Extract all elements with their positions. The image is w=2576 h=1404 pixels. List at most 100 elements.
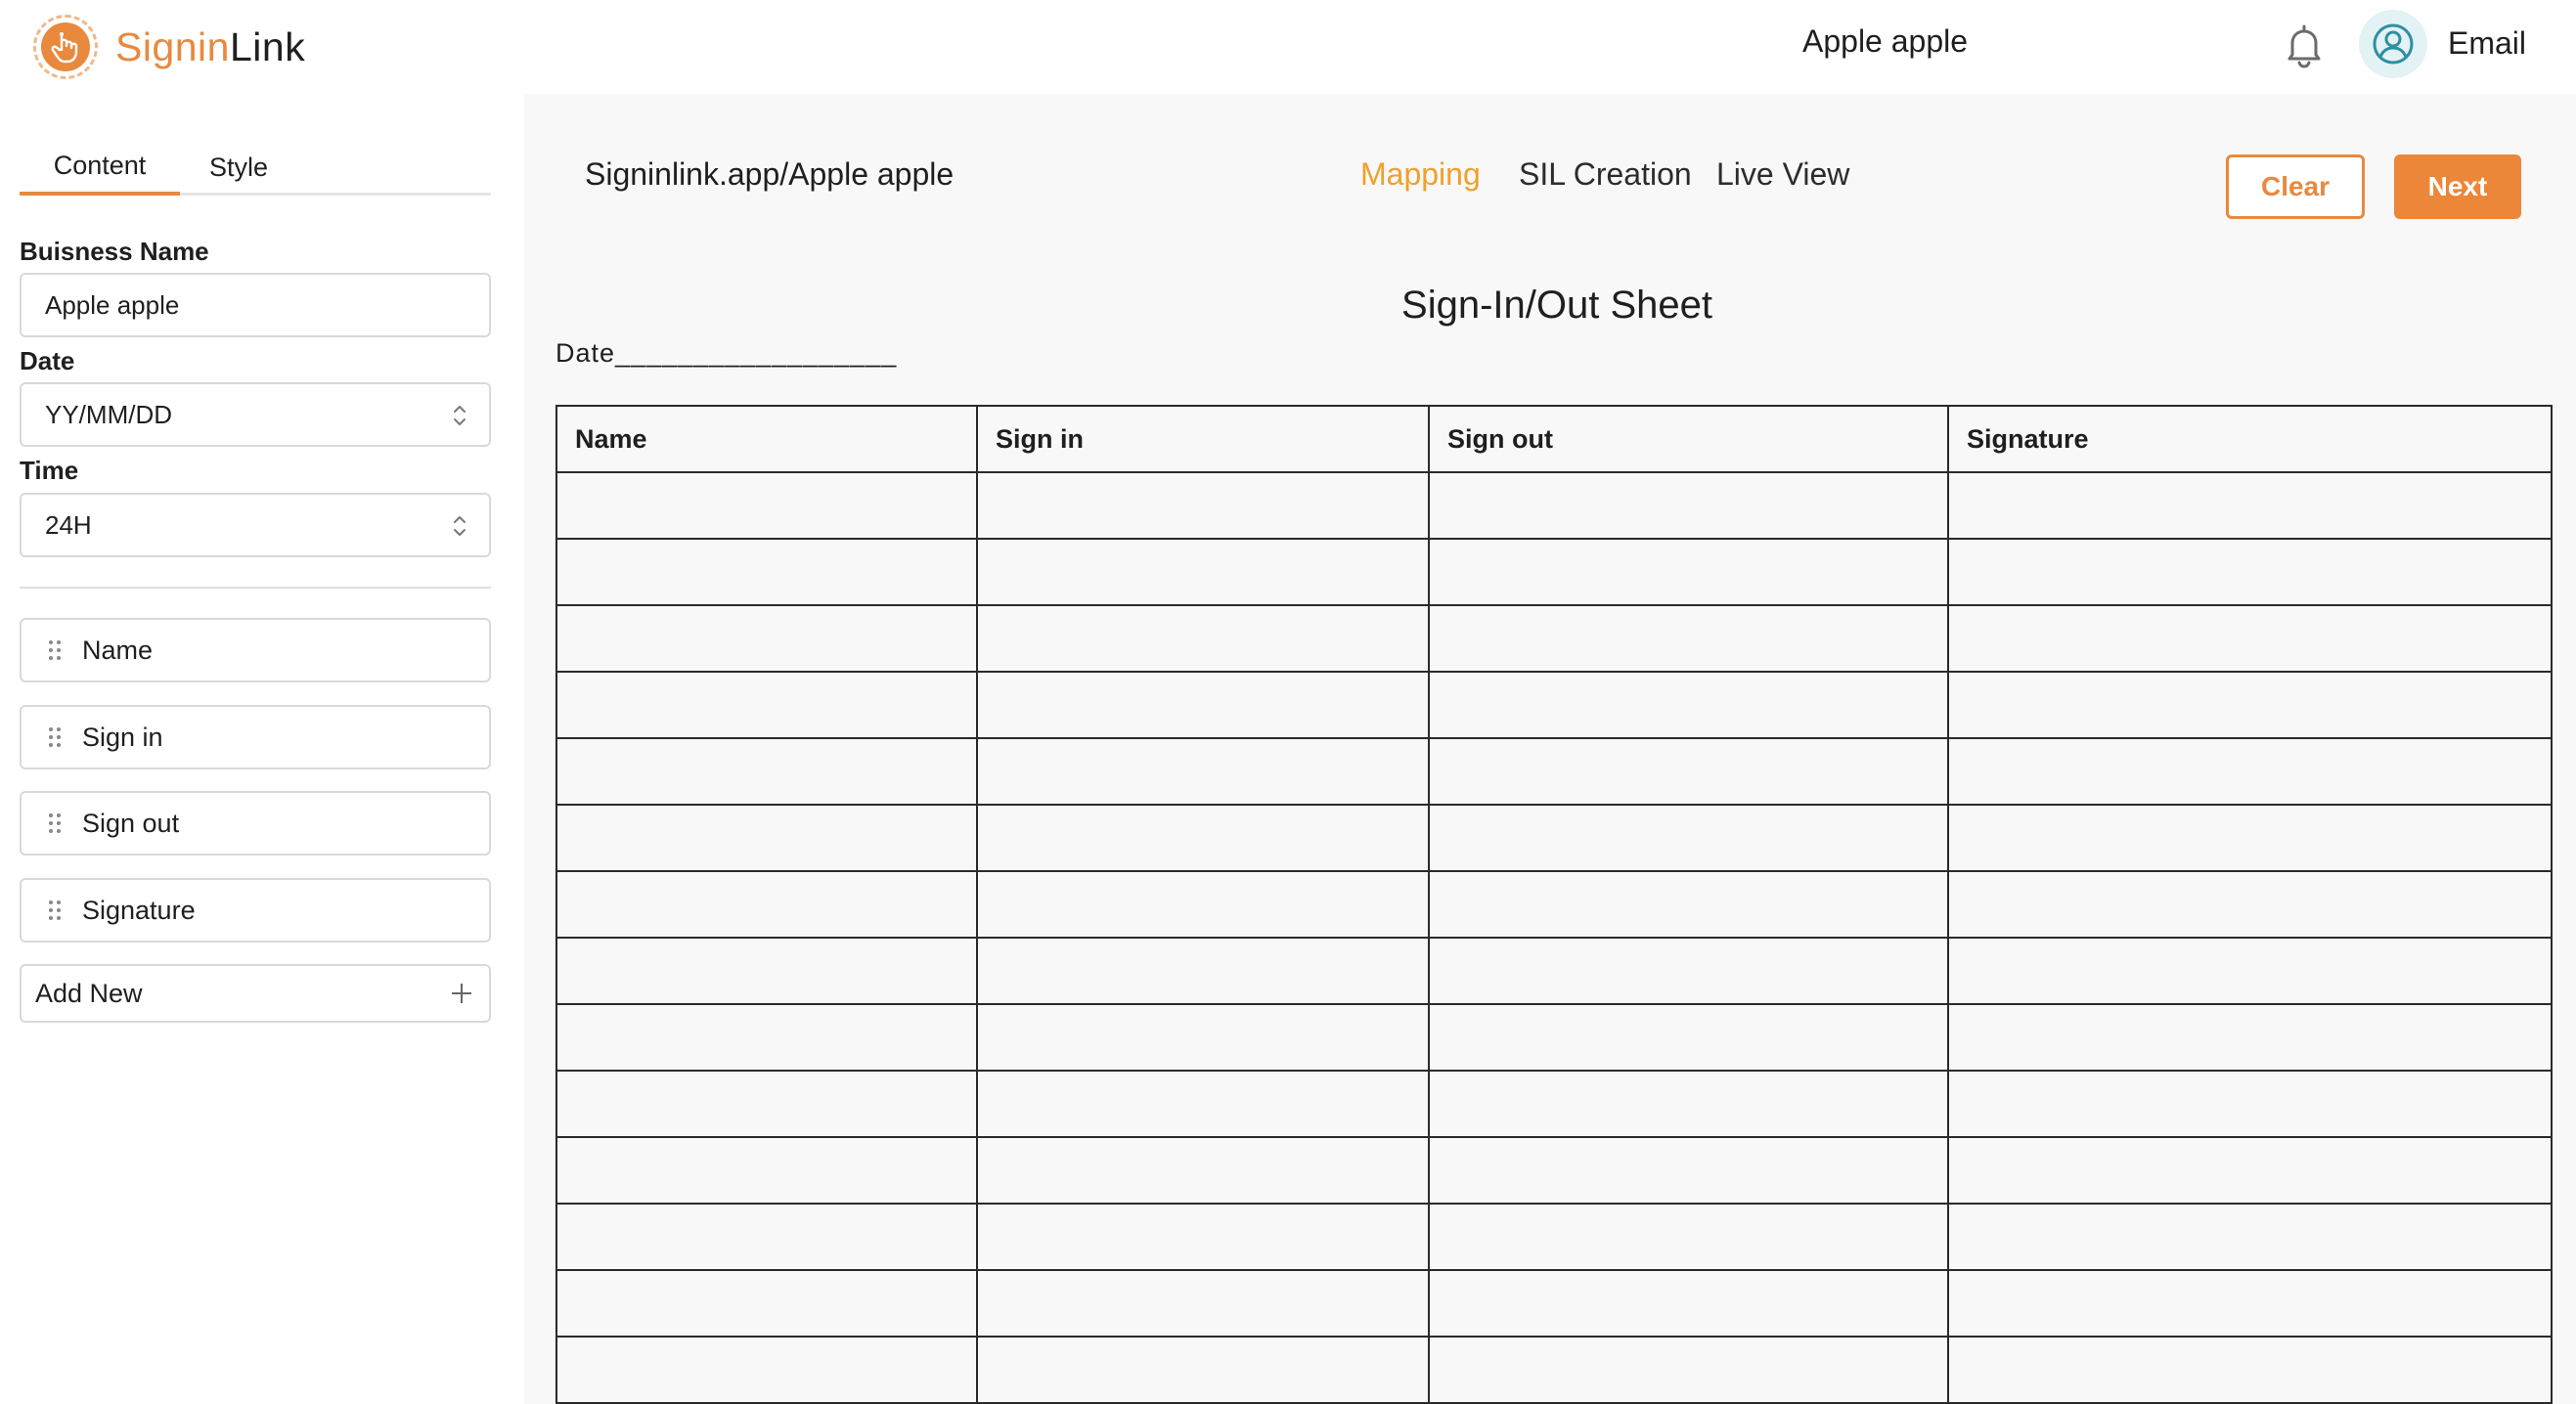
step-live-view[interactable]: Live View — [1716, 156, 1849, 193]
column-item-label: Sign in — [82, 722, 163, 752]
table-cell — [1947, 538, 2553, 606]
table-row — [555, 1003, 2553, 1072]
logo-text-link: Link — [229, 23, 306, 69]
drag-handle-icon[interactable] — [47, 899, 63, 922]
table-cell — [555, 1203, 978, 1271]
column-item-name[interactable]: Name — [20, 618, 491, 682]
user-circle-icon[interactable] — [2359, 10, 2427, 78]
business-name-label: Buisness Name — [20, 237, 209, 266]
app-logo[interactable]: SigninLink — [33, 12, 305, 82]
table-cell — [1428, 937, 1949, 1005]
table-cell — [1947, 1003, 2553, 1072]
table-cell — [976, 937, 1430, 1005]
table-cell — [1947, 804, 2553, 872]
drag-handle-icon[interactable] — [47, 638, 63, 662]
table-cell — [555, 870, 978, 939]
top-bar: SigninLink Apple apple Email — [0, 0, 2576, 94]
table-cell — [1947, 1136, 2553, 1205]
tab-content[interactable]: Content — [20, 139, 180, 196]
table-cell — [1428, 737, 1949, 806]
header-sign-out: Sign out — [1428, 405, 1949, 473]
main-panel: Signinlink.app/Apple apple Mapping SIL C… — [524, 94, 2576, 1404]
step-sil-creation[interactable]: SIL Creation — [1519, 156, 1692, 193]
table-row — [555, 737, 2553, 806]
column-item-signature[interactable]: Signature — [20, 878, 491, 943]
table-cell — [976, 1336, 1430, 1404]
table-cell — [1428, 1003, 1949, 1072]
table-cell — [976, 671, 1430, 739]
table-row — [555, 538, 2553, 606]
table-cell — [1428, 471, 1949, 540]
table-row — [555, 1070, 2553, 1138]
header-name: Name — [555, 405, 978, 473]
panel-tabs: Content Style — [20, 139, 491, 196]
time-label: Time — [20, 456, 79, 485]
table-row — [555, 1269, 2553, 1338]
table-cell — [555, 538, 978, 606]
table-row — [555, 1336, 2553, 1404]
clear-button[interactable]: Clear — [2226, 154, 2365, 219]
add-new-column-button[interactable]: Add New — [20, 964, 491, 1023]
tab-style[interactable]: Style — [180, 139, 297, 196]
table-cell — [976, 471, 1430, 540]
table-cell — [1947, 604, 2553, 673]
date-label: Date — [20, 346, 75, 375]
sheet-url: Signinlink.app/Apple apple — [585, 156, 955, 192]
business-name-input[interactable]: Apple apple — [20, 273, 491, 337]
logo-text-signin: Signin — [115, 23, 230, 69]
section-divider — [20, 587, 491, 589]
table-cell — [1947, 671, 2553, 739]
table-cell — [555, 804, 978, 872]
drag-handle-icon[interactable] — [47, 812, 63, 835]
table-row — [555, 937, 2553, 1005]
table-cell — [1947, 1336, 2553, 1404]
column-item-sign-out[interactable]: Sign out — [20, 791, 491, 856]
table-cell — [976, 1070, 1430, 1138]
table-cell — [1947, 737, 2553, 806]
table-cell — [1428, 870, 1949, 939]
table-cell — [555, 1269, 978, 1338]
table-cell — [555, 1136, 978, 1205]
hand-tap-icon — [33, 15, 98, 79]
time-format-value: 24H — [45, 509, 92, 540]
table-cell — [1947, 1269, 2553, 1338]
logo-text: SigninLink — [115, 24, 305, 70]
table-cell — [1947, 870, 2553, 939]
table-cell — [555, 671, 978, 739]
table-cell — [1947, 1070, 2553, 1138]
table-cell — [1428, 671, 1949, 739]
drag-handle-icon[interactable] — [47, 725, 63, 749]
date-format-select[interactable]: YY/MM/DD — [20, 382, 491, 447]
column-item-label: Sign out — [82, 808, 180, 838]
table-cell — [976, 804, 1430, 872]
table-cell — [555, 937, 978, 1005]
table-cell — [555, 471, 978, 540]
step-mapping[interactable]: Mapping — [1360, 156, 1481, 193]
table-cell — [1428, 1070, 1949, 1138]
table-cell — [1947, 1203, 2553, 1271]
table-cell — [976, 1203, 1430, 1271]
table-cell — [976, 1136, 1430, 1205]
table-cell — [1428, 1269, 1949, 1338]
plus-icon — [452, 984, 471, 1003]
table-row — [555, 471, 2553, 540]
column-item-sign-in[interactable]: Sign in — [20, 705, 491, 769]
column-item-label: Name — [82, 635, 154, 665]
table-row — [555, 1203, 2553, 1271]
bell-icon[interactable] — [2284, 23, 2325, 68]
left-panel: Content Style Buisness Name Apple apple … — [0, 94, 524, 1404]
table-cell — [976, 870, 1430, 939]
time-format-select[interactable]: 24H — [20, 493, 491, 557]
table-cell — [1428, 1203, 1949, 1271]
email-label[interactable]: Email — [2448, 25, 2526, 62]
table-cell — [1428, 1336, 1949, 1404]
business-title: Apple apple — [1802, 23, 1969, 59]
add-new-label: Add New — [35, 978, 143, 1008]
next-button[interactable]: Next — [2394, 154, 2521, 219]
table-cell — [976, 538, 1430, 606]
header-sign-in: Sign in — [976, 405, 1430, 473]
table-cell — [1947, 937, 2553, 1005]
table-cell — [555, 1336, 978, 1404]
table-cell — [555, 604, 978, 673]
sheet-date-line: Date__________________ — [555, 338, 898, 368]
